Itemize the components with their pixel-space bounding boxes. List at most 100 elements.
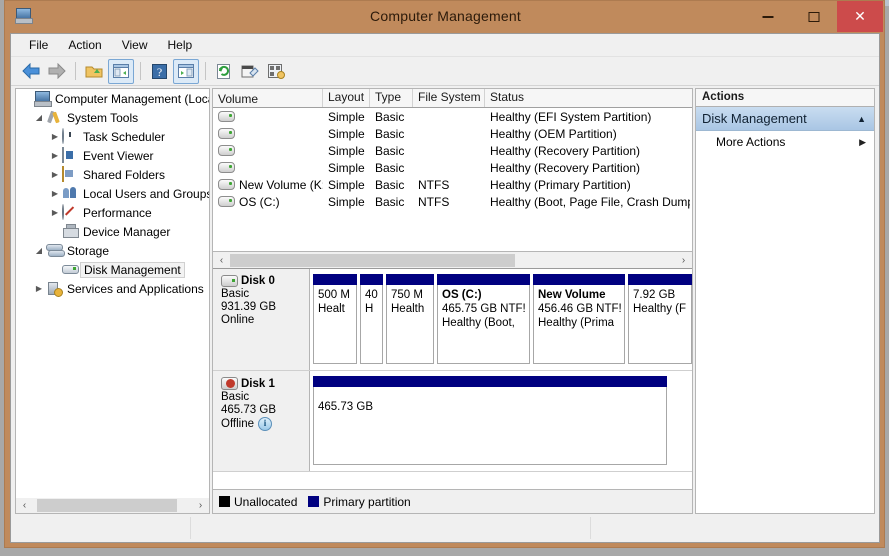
expander[interactable]: ▶ (48, 189, 62, 198)
action-more-actions[interactable]: More Actions ▶ (696, 131, 874, 153)
partition[interactable]: 750 M Health (386, 274, 434, 364)
cell-layout: Simple (328, 194, 365, 209)
partition[interactable]: 465.73 GB (313, 376, 667, 465)
menu-help[interactable]: Help (158, 35, 203, 55)
cell-status: Healthy (Recovery Partition) (490, 143, 641, 158)
partition[interactable]: 500 M Healt (313, 274, 357, 364)
volume-icon (218, 145, 235, 156)
disk-row[interactable]: Disk 0 Basic 931.39 GB Online 500 M Heal… (213, 269, 692, 371)
tree-item-services-and-applications[interactable]: ▶ Services and Applications (16, 279, 209, 298)
chevron-up-icon[interactable]: ▲ (857, 114, 866, 124)
volume-list-horizontal-scrollbar[interactable]: ‹ › (213, 252, 692, 269)
tree-item-local-users-and-groups[interactable]: ▶ Local Users and Groups (16, 184, 209, 203)
rescan-disks-icon[interactable] (264, 60, 288, 83)
scroll-right-icon[interactable]: › (675, 253, 692, 268)
show-hide-action-pane-icon[interactable] (173, 58, 199, 84)
cell-file-system: NTFS (418, 194, 450, 209)
menu-file[interactable]: File (19, 35, 58, 55)
tree-item-computer-management[interactable]: Computer Management (Local (16, 89, 209, 108)
scroll-track[interactable] (230, 252, 675, 268)
table-row[interactable]: Simple Basic Healthy (EFI System Partiti… (213, 108, 692, 125)
expander[interactable]: ▶ (32, 284, 46, 293)
disk-type: Basic (221, 391, 250, 403)
cell-volume: OS (C:) (239, 194, 280, 209)
cell-layout: Simple (328, 160, 365, 175)
expander[interactable]: ▶ (48, 151, 62, 160)
partition-size: 465.75 GB NTF! (442, 303, 526, 315)
cell-layout: Simple (328, 143, 365, 158)
column-header-status[interactable]: Status (485, 89, 690, 107)
scroll-left-icon[interactable]: ‹ (16, 498, 33, 513)
disk-info-panel[interactable]: Disk 1 Basic 465.73 GB Offline i (213, 371, 310, 471)
chevron-right-icon[interactable]: ▶ (859, 137, 866, 148)
disk-icon (221, 275, 238, 287)
partition-status: Healthy (Boot, (442, 317, 515, 329)
expander[interactable]: ▶ (48, 208, 62, 217)
status-cell (191, 517, 591, 539)
properties-icon[interactable] (238, 60, 262, 83)
panes-container: Computer Management (Local ◢ System Tool… (11, 85, 879, 542)
column-header-layout[interactable]: Layout (323, 89, 370, 107)
back-icon[interactable] (19, 60, 43, 83)
console-tree-pane: Computer Management (Local ◢ System Tool… (15, 88, 210, 514)
tree-item-disk-management[interactable]: Disk Management (16, 260, 209, 279)
actions-pane: Actions Disk Management ▲ More Actions ▶ (695, 88, 875, 514)
table-row[interactable]: OS (C:) Simple Basic NTFS Healthy (Boot,… (213, 193, 692, 210)
tree-item-performance[interactable]: ▶ Performance (16, 203, 209, 222)
partition-size: 7.92 GB (633, 289, 676, 301)
tree-item-system-tools[interactable]: ◢ System Tools (16, 108, 209, 127)
tree-item-task-scheduler[interactable]: ▶ Task Scheduler (16, 127, 209, 146)
scroll-thumb[interactable] (230, 253, 515, 267)
disk-row[interactable]: Disk 1 Basic 465.73 GB Offline i 465.73 … (213, 371, 692, 472)
scroll-right-icon[interactable]: › (192, 498, 209, 513)
expander[interactable]: ▶ (48, 170, 62, 179)
partition-body: 7.92 GB Healthy (F (628, 285, 692, 364)
cell-layout: Simple (328, 126, 365, 141)
table-row[interactable]: Simple Basic Healthy (Recovery Partition… (213, 142, 692, 159)
show-hide-console-tree-icon[interactable] (108, 58, 134, 84)
column-header-volume[interactable]: Volume (213, 89, 323, 107)
table-row[interactable]: Simple Basic Healthy (OEM Partition) (213, 125, 692, 142)
partition[interactable]: 40 H (360, 274, 383, 364)
tree-item-event-viewer[interactable]: ▶ Event Viewer (16, 146, 209, 165)
partition[interactable]: New Volume 456.46 GB NTF! Healthy (Prima (533, 274, 625, 364)
forward-icon[interactable] (45, 60, 69, 83)
tree-item-storage[interactable]: ◢ Storage (16, 241, 209, 260)
expander[interactable]: ◢ (32, 246, 46, 255)
scroll-track[interactable] (33, 498, 192, 513)
column-header-type[interactable]: Type (370, 89, 413, 107)
disk-offline-icon (221, 377, 238, 390)
help-icon[interactable]: ? (147, 60, 171, 83)
refresh-icon[interactable] (212, 60, 236, 83)
tree-item-label: Computer Management (Local (55, 91, 210, 106)
device-manager-icon (62, 223, 80, 240)
maximize-button[interactable] (791, 1, 837, 32)
partition[interactable]: OS (C:) 465.75 GB NTF! Healthy (Boot, (437, 274, 530, 364)
partition[interactable]: 7.92 GB Healthy (F (628, 274, 692, 364)
up-one-level-icon[interactable] (82, 60, 106, 83)
services-icon (46, 281, 64, 297)
menu-view[interactable]: View (112, 35, 158, 55)
tree-horizontal-scrollbar[interactable]: ‹ › (15, 498, 210, 514)
tree-item-shared-folders[interactable]: ▶ Shared Folders (16, 165, 209, 184)
tree-item-label: Task Scheduler (83, 129, 166, 144)
partition-status: Health (391, 303, 425, 315)
column-header-file-system[interactable]: File System (413, 89, 485, 107)
expander[interactable]: ▶ (48, 132, 62, 141)
scroll-thumb[interactable] (37, 499, 177, 512)
table-row[interactable]: Simple Basic Healthy (Recovery Partition… (213, 159, 692, 176)
disk-management-icon (62, 262, 80, 278)
scroll-left-icon[interactable]: ‹ (213, 253, 230, 268)
close-button[interactable]: ✕ (837, 1, 883, 32)
legend-swatch (308, 496, 320, 507)
actions-group-disk-management[interactable]: Disk Management ▲ (696, 107, 874, 131)
disk-info-panel[interactable]: Disk 0 Basic 931.39 GB Online (213, 269, 310, 370)
expander[interactable]: ◢ (32, 113, 46, 122)
minimize-button[interactable] (745, 1, 791, 32)
table-row[interactable]: New Volume (K:) Simple Basic NTFS Health… (213, 176, 692, 193)
shared-folder-icon (62, 165, 80, 183)
tree-item-device-manager[interactable]: Device Manager (16, 222, 209, 241)
info-icon[interactable]: i (258, 417, 273, 431)
volume-icon (218, 179, 235, 190)
menu-action[interactable]: Action (58, 35, 111, 55)
